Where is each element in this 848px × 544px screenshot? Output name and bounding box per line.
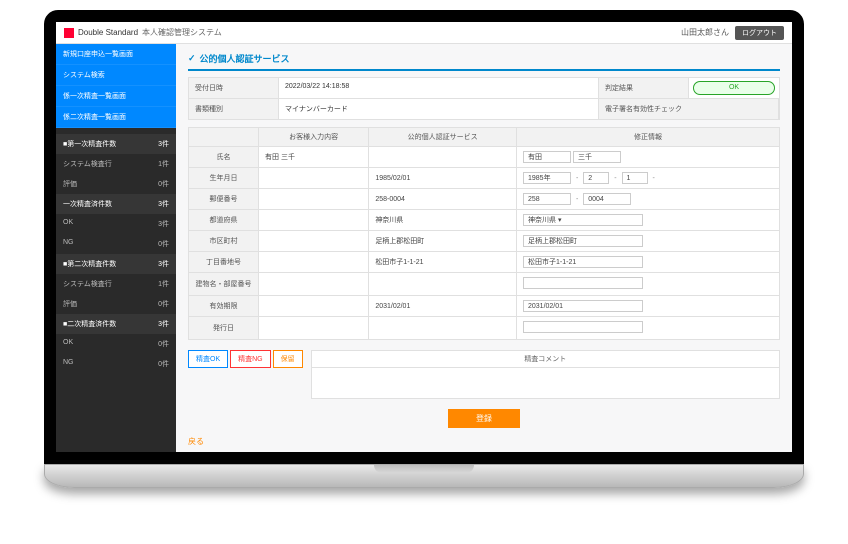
submit-button[interactable]: 登録 <box>448 409 520 428</box>
system-name: 本人確認管理システム <box>142 27 222 38</box>
stat-row: 評価0件 <box>56 174 176 194</box>
sidebar-item-primary-list[interactable]: 係一次精査一覧画面 <box>56 86 176 107</box>
dob-day-input[interactable]: 1 <box>622 172 648 184</box>
zip-b-input[interactable]: 0004 <box>583 193 631 205</box>
zip-a-input[interactable]: 258 <box>523 193 571 205</box>
col-jpki: 公的個人認証サービス <box>369 128 517 147</box>
info-label: 判定結果 <box>599 78 689 98</box>
table-row: 市区町村 足柄上郡松田町 足柄上郡松田町 <box>189 231 780 252</box>
table-row: 郵便番号 258-0004 258 - 0004 <box>189 189 780 210</box>
stat-group-3-head: ■第二次精査件数3件 <box>56 254 176 274</box>
dob-year-input[interactable]: 1985年 <box>523 172 571 184</box>
table-row: 発行日 <box>189 317 780 340</box>
sidebar-nav: 新規口座申込一覧画面 システム検索 係一次精査一覧画面 係二次精査一覧画面 <box>56 44 176 128</box>
table-row: 都道府県 神奈川県 神奈川県 ▾ <box>189 210 780 231</box>
back-link[interactable]: 戻る <box>188 436 204 447</box>
dob-month-input[interactable]: 2 <box>583 172 609 184</box>
logout-button[interactable]: ログアウト <box>735 26 784 40</box>
bldg-input[interactable] <box>523 277 643 289</box>
sidebar-item-secondary-list[interactable]: 係二次精査一覧画面 <box>56 107 176 128</box>
compare-table: お客様入力内容 公的個人認証サービス 修正情報 氏名 有田 三千 有田 三千 <box>188 127 780 340</box>
stat-group-2-head: 一次精査済件数3件 <box>56 194 176 214</box>
stat-row: システム検査行1件 <box>56 274 176 294</box>
brand-name: Double Standard <box>78 28 138 37</box>
stat-row: NG0件 <box>56 234 176 254</box>
stat-row: システム検査行1件 <box>56 154 176 174</box>
page-title-text: 公的個人認証サービス <box>200 52 290 65</box>
pref-select[interactable]: 神奈川県 ▾ <box>523 214 643 226</box>
valid-input[interactable]: 2031/02/01 <box>523 300 643 312</box>
info-label: 電子署名有効性チェック <box>599 99 779 119</box>
col-correction: 修正情報 <box>517 128 780 147</box>
stat-row: NG0件 <box>56 354 176 374</box>
sidebar-item-system-search[interactable]: システム検索 <box>56 65 176 86</box>
screen: Double Standard 本人確認管理システム 山田太郎さん ログアウト … <box>56 22 792 452</box>
table-row: 丁目番地号 松田市子1-1-21 松田市子1-1-21 <box>189 252 780 273</box>
review-ok-button[interactable]: 精査OK <box>188 350 228 368</box>
stat-group-4-head: ■二次精査済件数3件 <box>56 314 176 334</box>
review-hold-button[interactable]: 保留 <box>273 350 303 368</box>
comment-textarea[interactable] <box>312 368 779 398</box>
info-label: 受付日時 <box>189 78 279 98</box>
user-label: 山田太郎さん <box>681 27 729 38</box>
sidebar-item-new-accounts[interactable]: 新規口座申込一覧画面 <box>56 44 176 65</box>
table-row: 生年月日 1985/02/01 1985年 - 2 - 1 - <box>189 168 780 189</box>
sidebar: 新規口座申込一覧画面 システム検索 係一次精査一覧画面 係二次精査一覧画面 ■第… <box>56 44 176 452</box>
top-bar: Double Standard 本人確認管理システム 山田太郎さん ログアウト <box>56 22 792 44</box>
comment-box: 精査コメント <box>311 350 780 399</box>
info-label: 書類種別 <box>189 99 279 119</box>
brand-logo-icon <box>64 28 74 38</box>
screen-bezel: Double Standard 本人確認管理システム 山田太郎さん ログアウト … <box>44 10 804 464</box>
info-row-doc-type: 書類種別 マイナンバーカード 電子署名有効性チェック <box>188 98 780 120</box>
laptop-frame: Double Standard 本人確認管理システム 山田太郎さん ログアウト … <box>44 10 804 488</box>
action-row: 精査OK 精査NG 保留 精査コメント <box>188 350 780 399</box>
table-header-row: お客様入力内容 公的個人認証サービス 修正情報 <box>189 128 780 147</box>
col-customer: お客様入力内容 <box>259 128 369 147</box>
table-row: 有効期限 2031/02/01 2031/02/01 <box>189 296 780 317</box>
status-badge-ok: OK <box>693 81 775 95</box>
sidebar-stats: ■第一次精査件数3件 システム検査行1件 評価0件 一次精査済件数3件 OK3件… <box>56 134 176 374</box>
table-row: 氏名 有田 三千 有田 三千 <box>189 147 780 168</box>
table-row: 建物名・部屋番号 <box>189 273 780 296</box>
name-sei-input[interactable]: 有田 <box>523 151 571 163</box>
info-value: マイナンバーカード <box>279 99 599 119</box>
issue-input[interactable] <box>523 321 643 333</box>
comment-label: 精査コメント <box>312 351 779 368</box>
page-title: ✓ 公的個人認証サービス <box>188 52 780 71</box>
addr-input[interactable]: 松田市子1-1-21 <box>523 256 643 268</box>
city-input[interactable]: 足柄上郡松田町 <box>523 235 643 247</box>
stat-row: OK3件 <box>56 214 176 234</box>
info-value: 2022/03/22 14:18:58 <box>279 78 599 98</box>
stat-group-1-head: ■第一次精査件数3件 <box>56 134 176 154</box>
check-icon: ✓ <box>188 53 196 64</box>
review-ng-button[interactable]: 精査NG <box>230 350 271 368</box>
laptop-base <box>44 464 804 488</box>
name-mei-input[interactable]: 三千 <box>573 151 621 163</box>
stat-row: OK0件 <box>56 334 176 354</box>
stat-row: 評価0件 <box>56 294 176 314</box>
info-row-received: 受付日時 2022/03/22 14:18:58 判定結果 OK <box>188 77 780 99</box>
submit-row: 登録 <box>188 409 780 428</box>
main-content: ✓ 公的個人認証サービス 受付日時 2022/03/22 14:18:58 判定… <box>176 44 792 452</box>
